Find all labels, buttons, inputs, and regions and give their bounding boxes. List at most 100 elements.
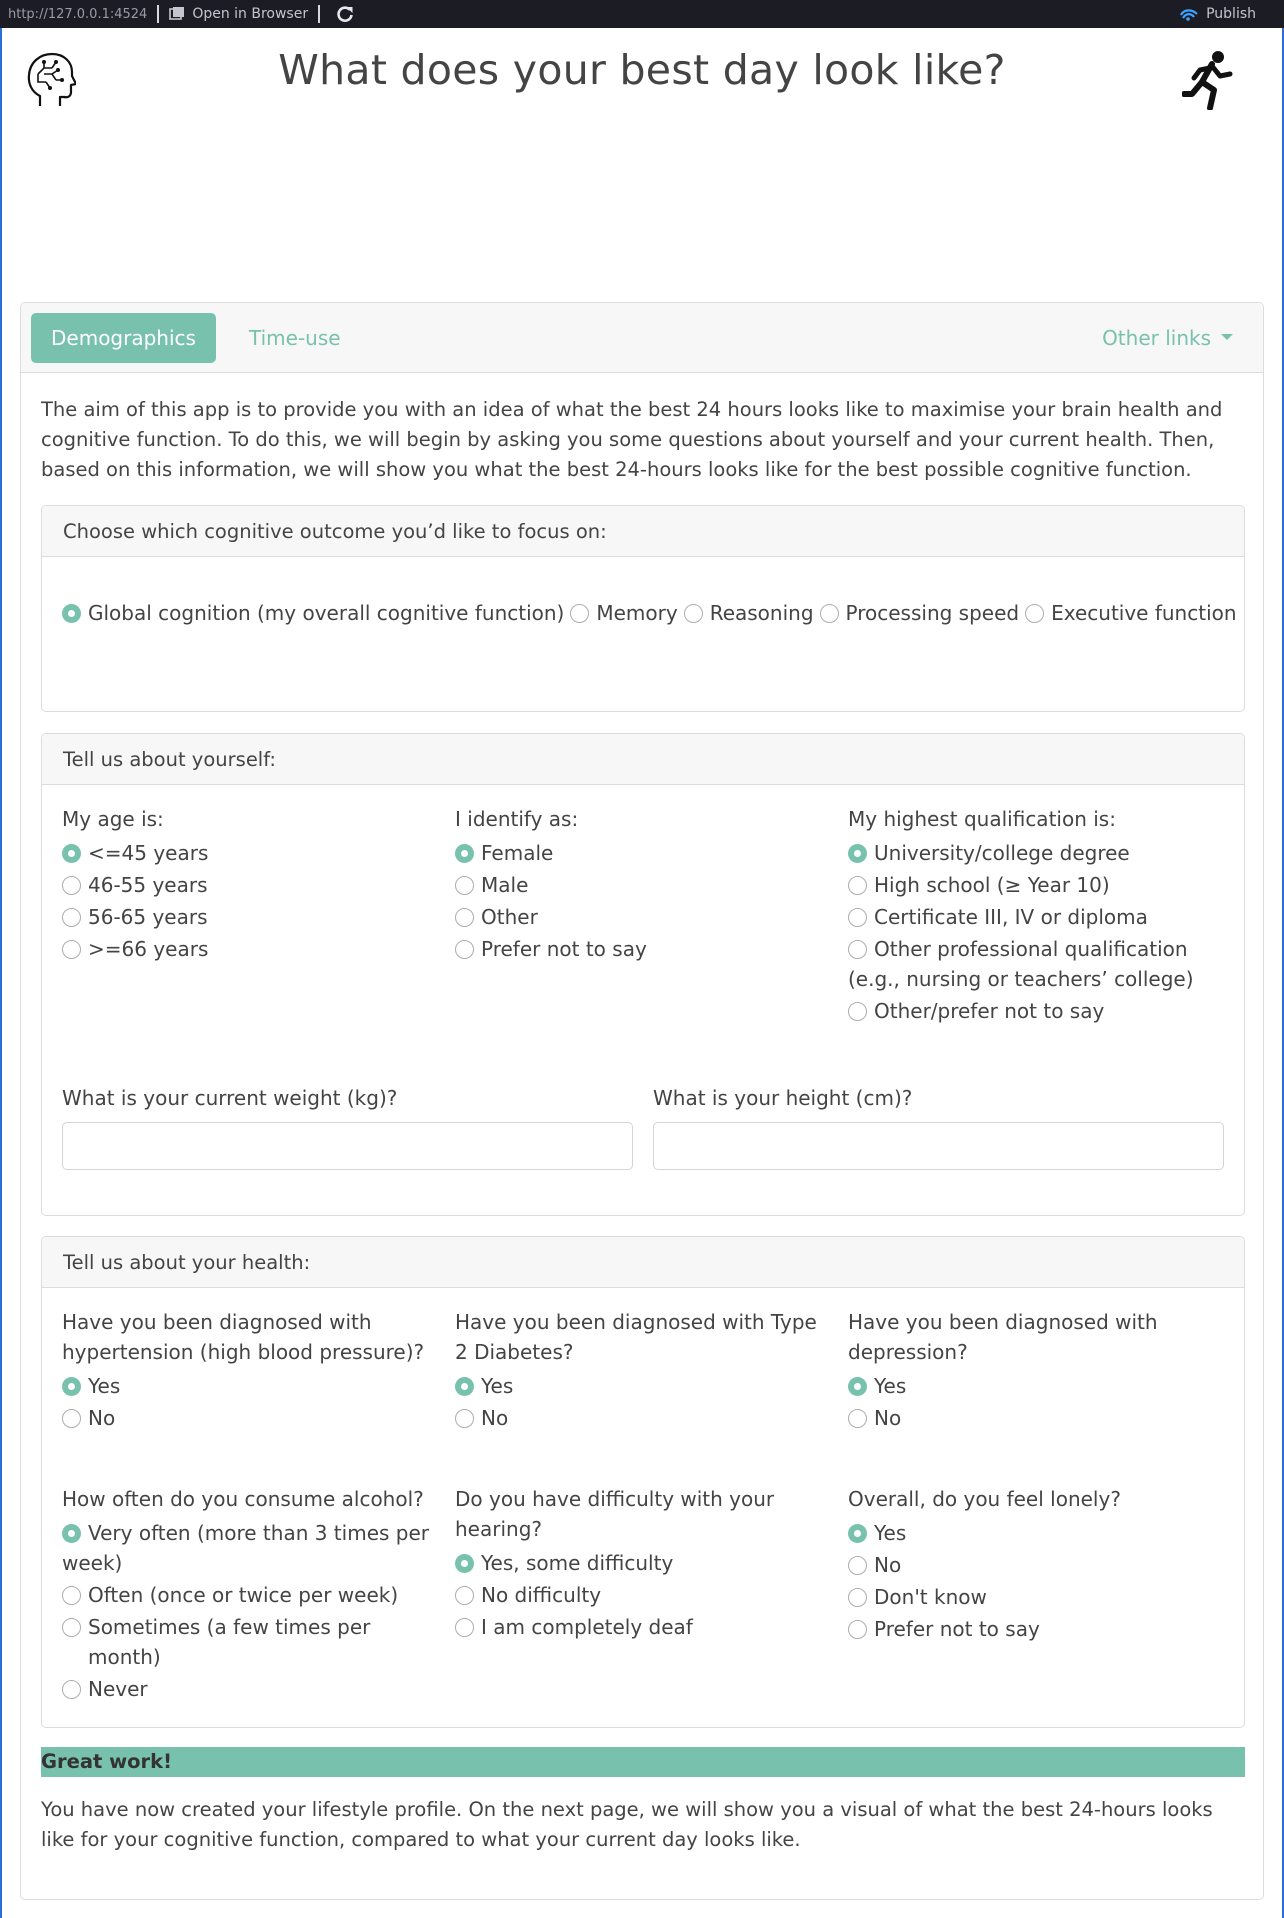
radio-button[interactable] bbox=[455, 908, 474, 927]
radio-button[interactable] bbox=[848, 844, 867, 863]
option-label: No difficulty bbox=[481, 1583, 602, 1607]
option-label: Yes bbox=[481, 1374, 514, 1398]
qualification-option-prefer-not[interactable]: Other/prefer not to say bbox=[848, 996, 1228, 1026]
option-label: >=66 years bbox=[88, 937, 209, 961]
radio-button[interactable] bbox=[62, 844, 81, 863]
radio-button[interactable] bbox=[848, 1556, 867, 1575]
outcome-option-memory[interactable]: Memory bbox=[570, 601, 678, 625]
option-label: No bbox=[88, 1406, 116, 1430]
qualification-option-other-professional[interactable]: Other professional qualification (e.g., … bbox=[848, 934, 1228, 994]
outro-text: You have now created your lifestyle prof… bbox=[41, 1798, 1213, 1851]
age-option-46-55[interactable]: 46-55 years bbox=[62, 870, 432, 900]
outcome-radio-group: Global cognition (my overall cognitive f… bbox=[62, 601, 1237, 625]
age-option-56-65[interactable]: 56-65 years bbox=[62, 902, 432, 932]
radio-button[interactable] bbox=[848, 876, 867, 895]
radio-button[interactable] bbox=[1025, 603, 1045, 623]
radio-button[interactable] bbox=[455, 1618, 474, 1637]
qualification-option-certificate[interactable]: Certificate III, IV or diploma bbox=[848, 902, 1228, 932]
page-title: What does your best day look like? bbox=[278, 46, 1006, 94]
radio-button[interactable] bbox=[455, 1409, 474, 1428]
identity-option-prefer-not[interactable]: Prefer not to say bbox=[455, 934, 825, 964]
qualification-option-high-school[interactable]: High school (≥ Year 10) bbox=[848, 870, 1228, 900]
alcohol-option-never[interactable]: Never bbox=[62, 1674, 437, 1704]
radio-button[interactable] bbox=[848, 908, 867, 927]
outcome-option-processing-speed[interactable]: Processing speed bbox=[819, 601, 1020, 625]
depression-option-no[interactable]: No bbox=[848, 1403, 1223, 1433]
tab-demographics[interactable]: Demographics bbox=[31, 313, 216, 363]
publish-button[interactable]: Publish bbox=[1179, 6, 1256, 22]
radio-button[interactable] bbox=[62, 1377, 81, 1396]
document-icon bbox=[169, 7, 185, 20]
browser-toolbar: http://127.0.0.1:4524 Open in Browser Pu… bbox=[0, 0, 1284, 28]
radio-button[interactable] bbox=[848, 1524, 867, 1543]
radio-button[interactable] bbox=[62, 603, 81, 623]
tab-time-use[interactable]: Time-use bbox=[229, 313, 361, 363]
height-input[interactable] bbox=[653, 1122, 1224, 1170]
radio-button[interactable] bbox=[62, 1680, 81, 1699]
open-in-browser-button[interactable]: Open in Browser bbox=[169, 6, 308, 22]
age-option-66[interactable]: >=66 years bbox=[62, 934, 432, 964]
outcome-panel: Choose which cognitive outcome you’d lik… bbox=[41, 505, 1245, 712]
lonely-option-dont-know[interactable]: Don't know bbox=[848, 1582, 1223, 1612]
other-links-dropdown[interactable]: Other links bbox=[1102, 313, 1233, 363]
about-panel: Tell us about yourself: My age is: <=45 … bbox=[41, 733, 1245, 1216]
radio-button[interactable] bbox=[848, 1409, 867, 1428]
radio-button[interactable] bbox=[62, 908, 81, 927]
option-label: Processing speed bbox=[845, 601, 1020, 625]
height-label: What is your height (cm)? bbox=[653, 1086, 913, 1110]
diabetes-option-no[interactable]: No bbox=[455, 1403, 830, 1433]
lonely-option-prefer-not[interactable]: Prefer not to say bbox=[848, 1614, 1223, 1644]
outcome-option-reasoning[interactable]: Reasoning bbox=[683, 601, 814, 625]
weight-input[interactable] bbox=[62, 1122, 633, 1170]
alcohol-option-often[interactable]: Often (once or twice per week) bbox=[62, 1580, 437, 1610]
main-card: Demographics Time-use Other links The ai… bbox=[20, 302, 1264, 1900]
identity-option-female[interactable]: Female bbox=[455, 838, 825, 868]
hearing-option-deaf[interactable]: I am completely deaf bbox=[455, 1612, 830, 1642]
qualification-option-university[interactable]: University/college degree bbox=[848, 838, 1228, 868]
hearing-option-none[interactable]: No difficulty bbox=[455, 1580, 830, 1610]
qualification-label: My highest qualification is: bbox=[848, 807, 1116, 831]
radio-button[interactable] bbox=[683, 603, 703, 623]
refresh-icon[interactable] bbox=[336, 5, 354, 23]
radio-button[interactable] bbox=[819, 603, 839, 623]
identity-option-other[interactable]: Other bbox=[455, 902, 825, 932]
radio-button[interactable] bbox=[62, 940, 81, 959]
other-links-label: Other links bbox=[1102, 326, 1211, 350]
radio-button[interactable] bbox=[848, 1588, 867, 1607]
diabetes-option-yes[interactable]: Yes bbox=[455, 1371, 830, 1401]
option-label: Executive function bbox=[1051, 601, 1237, 625]
radio-button[interactable] bbox=[62, 1524, 81, 1543]
url-text[interactable]: http://127.0.0.1:4524 bbox=[0, 7, 147, 22]
option-label: Other professional qualification (e.g., … bbox=[848, 937, 1194, 991]
hypertension-option-no[interactable]: No bbox=[62, 1403, 437, 1433]
radio-button[interactable] bbox=[455, 876, 474, 895]
alcohol-option-sometimes[interactable]: Sometimes (a few times per month) bbox=[62, 1612, 437, 1672]
option-label: Other/prefer not to say bbox=[874, 999, 1105, 1023]
outcome-option-executive-function[interactable]: Executive function bbox=[1025, 601, 1237, 625]
radio-button[interactable] bbox=[62, 1618, 81, 1637]
hearing-option-some[interactable]: Yes, some difficulty bbox=[455, 1548, 830, 1578]
outcome-option-global[interactable]: Global cognition (my overall cognitive f… bbox=[62, 601, 564, 625]
radio-button[interactable] bbox=[62, 1586, 81, 1605]
radio-button[interactable] bbox=[455, 940, 474, 959]
radio-button[interactable] bbox=[848, 940, 867, 959]
alcohol-option-very-often[interactable]: Very often (more than 3 times per week) bbox=[62, 1518, 437, 1578]
option-label: High school (≥ Year 10) bbox=[874, 873, 1110, 897]
radio-button[interactable] bbox=[848, 1002, 867, 1021]
option-label: I am completely deaf bbox=[481, 1615, 693, 1639]
lonely-option-no[interactable]: No bbox=[848, 1550, 1223, 1580]
radio-button[interactable] bbox=[848, 1620, 867, 1639]
age-option-45[interactable]: <=45 years bbox=[62, 838, 432, 868]
radio-button[interactable] bbox=[848, 1377, 867, 1396]
depression-option-yes[interactable]: Yes bbox=[848, 1371, 1223, 1401]
radio-button[interactable] bbox=[455, 844, 474, 863]
identity-option-male[interactable]: Male bbox=[455, 870, 825, 900]
radio-button[interactable] bbox=[455, 1377, 474, 1396]
lonely-option-yes[interactable]: Yes bbox=[848, 1518, 1223, 1548]
radio-button[interactable] bbox=[62, 1409, 81, 1428]
hypertension-option-yes[interactable]: Yes bbox=[62, 1371, 437, 1401]
radio-button[interactable] bbox=[455, 1586, 474, 1605]
radio-button[interactable] bbox=[570, 603, 590, 623]
radio-button[interactable] bbox=[455, 1554, 474, 1573]
radio-button[interactable] bbox=[62, 876, 81, 895]
